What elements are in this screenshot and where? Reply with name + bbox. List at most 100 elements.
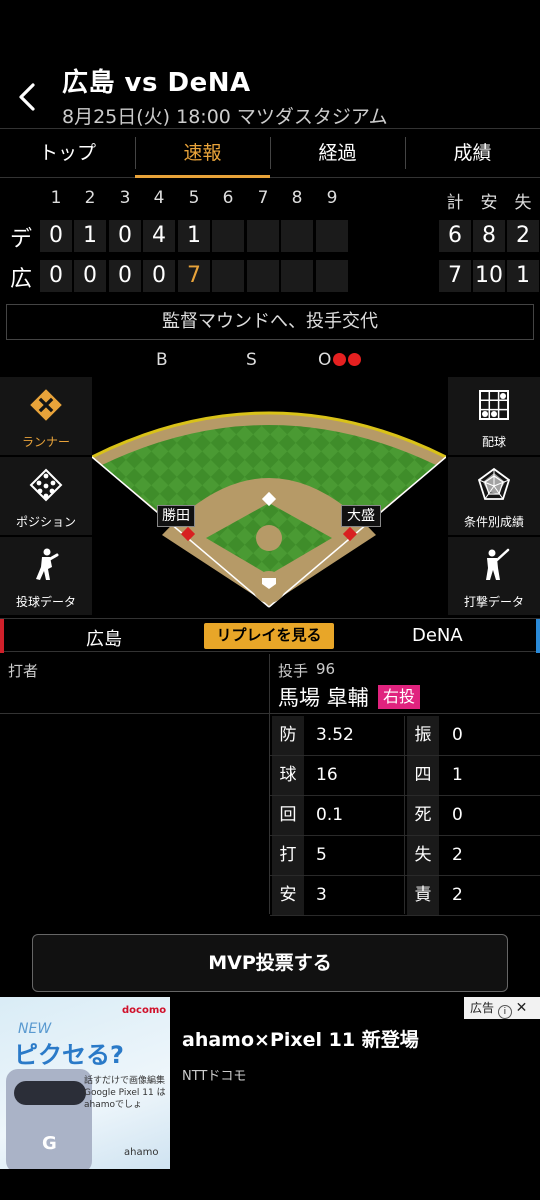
total-score: 10 — [473, 260, 505, 292]
stat-key: 失 — [407, 836, 439, 875]
inning-header: 6 — [222, 188, 234, 208]
stat-row: 回 0.1 死 0 — [270, 796, 540, 836]
inning-header: 4 — [153, 188, 165, 208]
ball-count-label: B — [156, 350, 168, 370]
inning-score: 1 — [74, 220, 106, 252]
phone-camera-bar — [14, 1081, 86, 1105]
ad-banner[interactable]: docomo NEW ピクセる? G 話すだけで画像編集 Google Pixe… — [0, 997, 540, 1169]
stat-value: 1 — [452, 765, 463, 785]
pitch-data-button-label: 投球データ — [15, 595, 76, 609]
stat-row: 球 16 四 1 — [270, 756, 540, 796]
mvp-vote-button[interactable]: MVP投票する — [32, 934, 508, 992]
tab-top[interactable]: トップ — [0, 129, 135, 177]
team-abbr: 広 — [10, 267, 33, 292]
inning-score: 0 — [40, 220, 72, 252]
throws-badge: 右投 — [378, 685, 420, 709]
out-count-label: O — [318, 350, 332, 370]
baseball-field — [92, 411, 446, 608]
inning-score — [212, 220, 244, 252]
runner-first-label: 大盛 — [341, 505, 381, 527]
inning-score — [212, 260, 244, 292]
split-stats-button[interactable]: 条件別成績 — [448, 457, 540, 535]
inning-score — [316, 220, 348, 252]
replay-button[interactable]: リプレイを見る — [204, 623, 334, 649]
stat-key: 防 — [272, 716, 304, 755]
game-header: 広島 vs DeNA 8月25日(火) 18:00 マツダスタジアム — [0, 50, 540, 128]
inning-score: 0 — [40, 260, 72, 292]
pitcher-icon — [36, 548, 59, 580]
away-team-name[interactable]: DeNA — [412, 625, 463, 646]
inning-score — [247, 220, 279, 252]
inning-score — [281, 260, 313, 292]
ad-body-text: 話すだけで画像編集 Google Pixel 11 は ahamoでしょ — [84, 1076, 166, 1110]
total-score: 1 — [507, 260, 539, 292]
pitcher-label: 投手 — [278, 662, 309, 680]
positions-icon — [29, 468, 63, 502]
stat-row: 打5 失2 — [270, 836, 540, 876]
inning-score: 0 — [109, 260, 141, 292]
ad-sponsor: NTTドコモ — [182, 1069, 247, 1084]
pitcher-number: 96 — [316, 660, 336, 678]
ad-tag[interactable]: 広告 i ✕ — [464, 997, 540, 1019]
home-team-color — [0, 619, 4, 653]
radar-chart-icon — [477, 467, 511, 500]
ad-headline: ピクセる? — [14, 1041, 124, 1069]
stat-value: 3 — [316, 885, 327, 905]
home-team-name[interactable]: 広島 — [86, 625, 122, 651]
pitch-grid-icon — [479, 390, 509, 420]
game-subtitle: 8月25日(火) 18:00 マツダスタジアム — [62, 106, 388, 128]
runner-diamond-icon — [30, 389, 62, 421]
total-score: 6 — [439, 220, 471, 252]
pitcher-name[interactable]: 馬場 皐輔 — [278, 682, 369, 712]
batting-data-button[interactable]: 打撃データ — [448, 537, 540, 615]
position-button[interactable]: ポジション — [0, 457, 92, 535]
position-button-label: ポジション — [15, 515, 76, 529]
batter-icon — [486, 548, 510, 580]
runner-button[interactable]: ランナー — [0, 377, 92, 455]
inning-header: 5 — [188, 188, 200, 208]
chevron-left-icon[interactable] — [14, 82, 40, 112]
game-title: 広島 vs DeNA — [62, 68, 251, 98]
batter-panel: 打者 — [0, 654, 270, 714]
pitch-chart-button-label: 配球 — [481, 435, 506, 449]
inning-score: 0 — [109, 220, 141, 252]
totals-header: 安 — [480, 193, 498, 213]
pitcher-panel: 投手 96 馬場 皐輔 右投 — [270, 654, 540, 714]
pitch-data-button[interactable]: 投球データ — [0, 537, 92, 615]
inning-score: 0 — [143, 260, 175, 292]
ad-tag-label: 広告 — [470, 1001, 495, 1015]
totals-header: 計 — [446, 193, 464, 213]
scoreboard: 1 2 3 4 5 6 7 8 9 計安失デ 0 1 0 4 1 6 8 2 広 0 0 0 0 7 7 10 1 — [0, 188, 540, 296]
stat-value: 2 — [452, 845, 463, 865]
away-team-color — [536, 619, 540, 653]
batter-stats-area — [0, 714, 270, 914]
stat-key: 四 — [407, 756, 439, 795]
tab-stats[interactable]: 成績 — [405, 129, 540, 177]
stat-value: 5 — [316, 845, 327, 865]
inning-score — [316, 260, 348, 292]
docomo-logo: docomo — [122, 1005, 167, 1016]
stat-key: 死 — [407, 796, 439, 835]
stat-row: 安3 責2 — [270, 876, 540, 916]
tab-bar: トップ 速報 経過 成績 — [0, 128, 540, 178]
runner-button-label: ランナー — [21, 435, 70, 449]
inning-score: 1 — [178, 220, 210, 252]
stat-key: 安 — [272, 876, 304, 915]
tab-live[interactable]: 速報 — [135, 129, 270, 178]
total-score: 2 — [507, 220, 539, 252]
close-icon[interactable]: ✕ — [516, 1000, 528, 1016]
pitch-chart-button[interactable]: 配球 — [448, 377, 540, 455]
total-score: 8 — [473, 220, 505, 252]
inning-score: 4 — [143, 220, 175, 252]
ad-image[interactable]: docomo NEW ピクセる? G 話すだけで画像編集 Google Pixe… — [0, 997, 170, 1169]
stat-value: 2 — [452, 885, 463, 905]
inning-score: 7 — [178, 260, 210, 292]
stat-value: 16 — [316, 765, 338, 785]
ad-title[interactable]: ahamo×Pixel 11 新登場 — [182, 1025, 419, 1052]
inning-score: 0 — [74, 260, 106, 292]
adchoices-icon[interactable]: i — [497, 1005, 512, 1019]
stat-value: 0.1 — [316, 805, 344, 825]
tab-progress[interactable]: 経過 — [270, 129, 405, 177]
stat-key: 球 — [272, 756, 304, 795]
team-bar: 広島 リプレイを見る DeNA — [0, 618, 540, 653]
